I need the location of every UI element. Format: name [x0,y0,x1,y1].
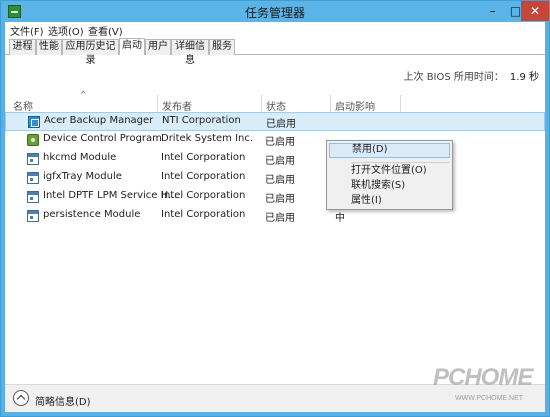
module-icon [27,153,39,165]
watermark-url: WWW.PCHOME.NET [455,395,524,402]
watermark-brand: PCHOME [433,364,533,391]
row-name: hkcmd Module [43,152,117,163]
row-publisher: NTI Corporation [162,115,241,126]
module-icon [27,172,39,184]
minimize-button[interactable]: – [481,1,504,21]
row-name: igfxTray Module [43,171,122,182]
row-name: Intel DPTF LPM Service H... [43,190,178,201]
menu-bar: 文件(F) 选项(O) 查看(V) [5,22,545,38]
table-row[interactable]: persistence Module Intel Corporation 已启用… [5,207,545,226]
context-menu-properties[interactable]: 属性(I) [329,194,450,209]
context-menu-open-file-location[interactable]: 打开文件位置(O) [329,164,450,179]
row-status: 已启用 [265,194,295,205]
context-menu-separator [351,162,449,163]
row-publisher: Intel Corporation [161,152,246,163]
table-row[interactable]: Device Control Program Dritek System Inc… [5,131,545,150]
column-divider[interactable] [400,95,401,112]
row-publisher: Intel Corporation [161,209,246,220]
close-button[interactable]: ✕ [521,1,549,21]
tab-details[interactable]: 详细信息 [171,39,209,66]
tab-startup[interactable]: 启动 [119,38,145,55]
column-header-name[interactable]: 名称 [13,98,33,113]
row-name: persistence Module [43,209,141,220]
row-name: Acer Backup Manager [44,115,154,126]
row-status: 已启用 [265,213,295,224]
task-manager-window: 任务管理器 – □ ✕ 文件(F) 选项(O) 查看(V) 进程 性能 应用历史… [0,0,550,417]
acer-backup-icon [28,116,40,128]
column-header-publisher[interactable]: 发布者 [162,98,192,113]
client-area: 文件(F) 选项(O) 查看(V) 进程 性能 应用历史记录 启动 用户 详细信… [5,22,545,412]
context-menu: 禁用(D) 打开文件位置(O) 联机搜索(S) 属性(I) [326,140,453,210]
column-divider[interactable] [157,95,158,112]
bios-time: 上次 BIOS 所用时间： 1.9 秒 [404,68,539,83]
column-header-impact[interactable]: 启动影响 [335,98,375,113]
bios-time-value: 1.9 秒 [509,72,539,83]
row-impact: 中 [335,213,345,224]
table-row[interactable]: Acer Backup Manager NTI Corporation 已启用 [5,112,545,131]
context-menu-search-online[interactable]: 联机搜索(S) [329,179,450,194]
column-divider[interactable] [261,95,262,112]
row-status: 已启用 [265,175,295,186]
bios-time-label: 上次 BIOS 所用时间： [403,72,504,83]
row-status: 已启用 [265,156,295,167]
row-publisher: Intel Corporation [161,171,246,182]
row-name: Device Control Program [43,133,162,144]
sort-ascending-icon: ^ [80,90,87,99]
module-icon [27,191,39,203]
tab-app-history[interactable]: 应用历史记录 [62,39,119,66]
tab-performance[interactable]: 性能 [36,39,62,55]
menu-options[interactable]: 选项(O) [45,23,87,38]
column-header-status[interactable]: 状态 [266,98,286,113]
pchome-watermark: PCHOME WWW.PCHOME.NET [433,364,537,408]
fewer-details-link[interactable]: 简略信息(D) [35,393,91,408]
row-status: 已启用 [266,119,296,130]
column-divider[interactable] [330,95,331,112]
tab-bar: 进程 性能 应用历史记录 启动 用户 详细信息 服务 [5,38,545,66]
tab-processes[interactable]: 进程 [9,39,36,55]
title-bar[interactable]: 任务管理器 – □ ✕ [1,1,549,22]
table-row[interactable]: igfxTray Module Intel Corporation 已启用 [5,169,545,188]
column-headers: ^ 名称 发布者 状态 启动影响 [5,90,545,113]
module-icon [27,210,39,222]
table-row[interactable]: Intel DPTF LPM Service H... Intel Corpor… [5,188,545,207]
context-menu-disable[interactable]: 禁用(D) [329,143,450,158]
device-control-icon [27,134,39,146]
tab-services[interactable]: 服务 [209,39,235,55]
chevron-up-icon[interactable] [13,390,29,406]
table-row[interactable]: hkcmd Module Intel Corporation 已启用 [5,150,545,169]
row-publisher: Dritek System Inc. [161,133,254,144]
tab-users[interactable]: 用户 [145,39,171,55]
menu-file[interactable]: 文件(F) [7,23,47,38]
window-title: 任务管理器 [244,6,305,20]
menu-view[interactable]: 查看(V) [85,23,126,38]
row-publisher: Intel Corporation [161,190,246,201]
row-status: 已启用 [265,137,295,148]
